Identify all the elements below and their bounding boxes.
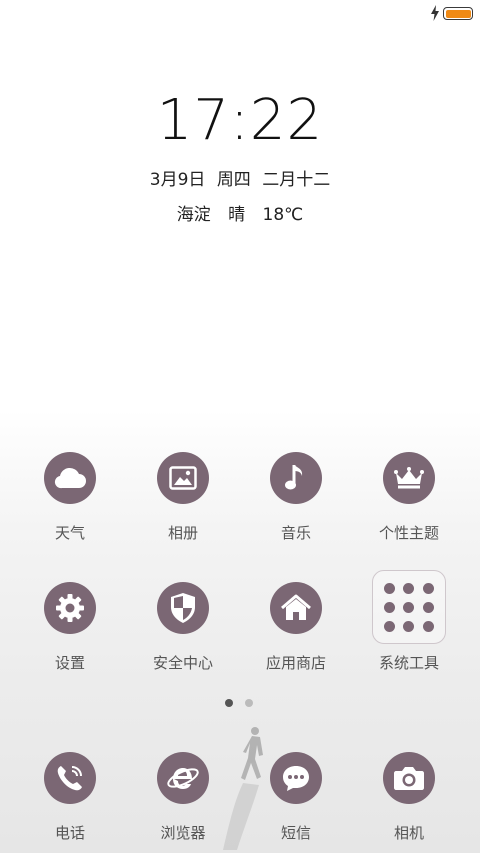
- picture-icon: [157, 452, 209, 504]
- app-store[interactable]: 应用商店: [241, 582, 351, 673]
- app-system-tools-folder[interactable]: 系统工具: [354, 570, 464, 673]
- app-gallery[interactable]: 相册: [128, 452, 238, 543]
- location: 海淀: [176, 205, 211, 225]
- app-label: 浏览器: [160, 824, 206, 842]
- battery-fill: [445, 9, 471, 18]
- status-bar: [0, 0, 480, 28]
- home-icon: [270, 582, 322, 634]
- page-indicator[interactable]: [225, 699, 265, 709]
- dock-messages[interactable]: 短信: [241, 752, 351, 843]
- folder-app-icon: [403, 582, 415, 594]
- phone-icon: [44, 752, 96, 804]
- browser-e-icon: [157, 752, 209, 804]
- bolt-icon: [431, 5, 439, 21]
- app-label: 安全中心: [152, 654, 213, 672]
- temperature: 18℃: [262, 205, 304, 225]
- folder-app-icon: [383, 620, 395, 632]
- folder-app-icon: [423, 620, 435, 632]
- battery-icon: [443, 7, 473, 20]
- lunar-date: 二月十二: [262, 170, 331, 190]
- clock-time: 17:22: [156, 88, 324, 153]
- music-note-icon: [270, 452, 322, 504]
- dock-phone[interactable]: 电话: [15, 752, 125, 843]
- app-label: 个性主题: [378, 524, 439, 542]
- app-label: 设置: [54, 654, 85, 672]
- app-weather[interactable]: 天气: [15, 452, 125, 543]
- app-label: 电话: [54, 824, 85, 842]
- shield-icon: [157, 582, 209, 634]
- folder-icon: [372, 570, 446, 644]
- page-dot-active[interactable]: [225, 699, 233, 707]
- app-themes[interactable]: 个性主题: [354, 452, 464, 543]
- chat-bubble-icon: [270, 752, 322, 804]
- folder-app-icon: [403, 601, 415, 613]
- dock-browser[interactable]: 浏览器: [128, 752, 238, 843]
- page-dot[interactable]: [245, 699, 253, 707]
- crown-icon: [383, 452, 435, 504]
- folder-app-icon: [383, 601, 395, 613]
- weather-line: 海淀 晴 18℃: [0, 200, 480, 225]
- app-music[interactable]: 音乐: [241, 452, 351, 543]
- folder-app-icon: [423, 582, 435, 594]
- app-settings[interactable]: 设置: [15, 582, 125, 673]
- app-label: 音乐: [280, 524, 311, 542]
- gear-icon: [44, 582, 96, 634]
- date-line: 3月9日 周四 二月十二: [0, 165, 480, 190]
- app-label: 应用商店: [265, 654, 326, 672]
- app-label: 系统工具: [378, 654, 439, 672]
- app-label: 相册: [167, 524, 198, 542]
- app-label: 天气: [54, 524, 85, 542]
- app-label: 相机: [393, 824, 424, 842]
- weekday: 周四: [216, 170, 251, 190]
- folder-app-icon: [383, 582, 395, 594]
- app-label: 短信: [280, 824, 311, 842]
- cloud-icon: [44, 452, 96, 504]
- camera-icon: [383, 752, 435, 804]
- weather-condition: 晴: [228, 205, 246, 225]
- folder-app-icon: [403, 620, 415, 632]
- date: 3月9日: [149, 170, 206, 190]
- app-security[interactable]: 安全中心: [128, 582, 238, 673]
- dock-camera[interactable]: 相机: [354, 752, 464, 843]
- folder-app-icon: [423, 601, 435, 613]
